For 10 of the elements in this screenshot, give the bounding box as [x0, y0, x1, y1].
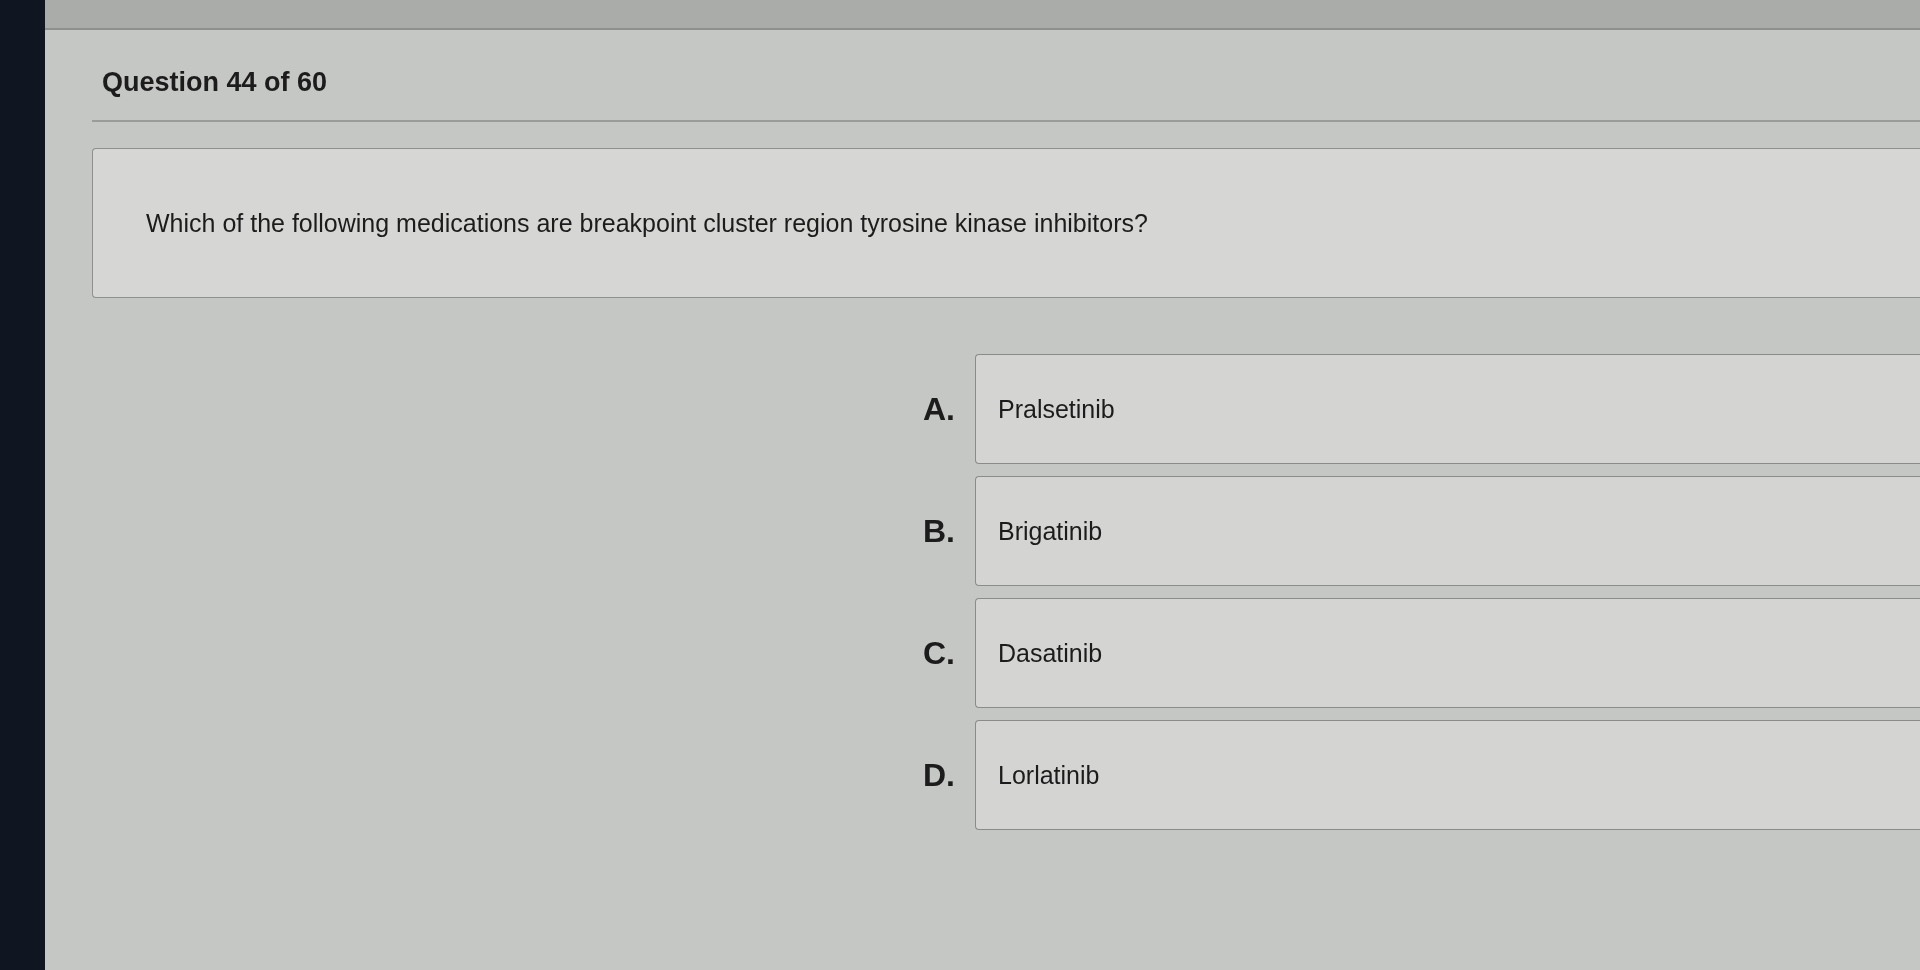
option-letter: D.	[923, 756, 955, 794]
question-counter: Question 44 of 60	[102, 66, 328, 98]
answer-option[interactable]: Brigatinib	[975, 476, 1920, 586]
option-letter: A.	[923, 390, 955, 428]
option-letter: B.	[923, 512, 955, 550]
answer-option[interactable]: Pralsetinib	[975, 354, 1920, 464]
question-text: Which of the following medications are breakpoint cluster region tyrosine kinase inhibitors?	[146, 208, 1148, 238]
option-letter: C.	[923, 634, 955, 672]
answer-option[interactable]: Dasatinib	[975, 598, 1920, 708]
answer-option[interactable]: Lorlatinib	[975, 720, 1920, 830]
